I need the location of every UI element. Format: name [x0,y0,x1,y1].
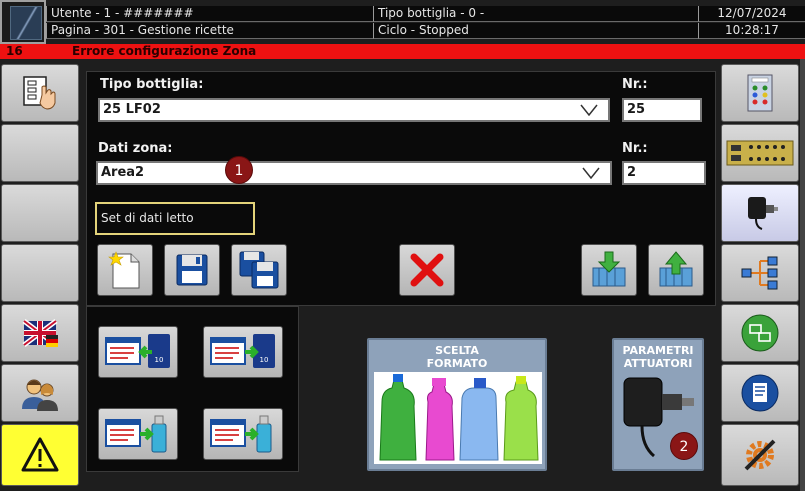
usb-export-icon [210,415,272,453]
save-icon [176,254,208,286]
zone-select[interactable]: Area2 [96,161,612,185]
control-panel-icon [747,74,773,112]
bottle-label: Tipo bottiglia: [100,77,204,92]
users-icon [22,379,58,411]
language-button[interactable] [1,304,79,362]
app-logo [0,0,46,44]
chevron-down-icon [580,104,598,116]
marker-1: 1 [225,156,253,184]
usb-import-icon [105,415,167,453]
header-user: Utente - 1 - ####### [46,6,373,22]
bottle-nr-label: Nr.: [622,77,648,92]
save-as-icon [239,251,279,289]
network-tree-icon [741,256,778,290]
settings-button[interactable] [721,424,799,486]
circuit-board-button[interactable] [721,124,799,182]
delete-x-icon [410,253,444,287]
header-page: Pagina - 301 - Gestione ricette [46,23,373,39]
status-message: Set di dati letto [95,202,255,235]
sd-card-export-icon: 10 [210,334,275,368]
document-button[interactable] [721,364,799,422]
actuator-parameters-tile[interactable]: PARAMETRI ATTUATORI 2 [612,338,704,471]
export-usb-button[interactable] [203,408,283,460]
import-usb-button[interactable] [98,408,178,460]
bottles-icon [374,372,542,464]
format-title-line2: FORMATO [426,357,488,370]
actuator-icon [748,197,778,230]
upload-icon [659,251,693,287]
alarm-code: 16 [6,44,23,58]
actuator-title-line2: ATTUATORI [623,357,693,370]
zone-nr-label: Nr.: [622,141,648,156]
header-date: 12/07/2024 [698,6,805,22]
zone-nr-field[interactable]: 2 [622,161,706,185]
alarm-bar[interactable]: 16 Errore configurazione Zona [0,44,805,59]
save-button[interactable] [164,244,220,296]
tools-gear-icon [744,439,776,471]
screen-switch-button[interactable] [721,304,799,362]
format-selection-tile[interactable]: SCELTA FORMATO [367,338,547,471]
bottle-select[interactable]: 25 LF02 [98,98,610,122]
users-button[interactable] [1,364,79,422]
empty-button-2[interactable] [1,184,79,242]
document-icon [741,374,779,412]
warning-icon [21,437,59,472]
chevron-down-icon [582,167,600,179]
import-sd-button[interactable]: 10 [98,326,178,378]
warning-button[interactable] [1,424,79,486]
uk-flag-icon [22,319,58,347]
recipe-hand-icon [23,76,56,110]
zone-label: Dati zona: [98,141,173,156]
recipe-button[interactable] [1,64,79,122]
network-tree-button[interactable] [721,244,799,302]
circuit-board-icon [726,140,794,166]
upload-button[interactable] [648,244,704,296]
marker-2: 2 [670,432,698,460]
save-as-button[interactable] [231,244,287,296]
actuator-title-line1: PARAMETRI [622,344,694,357]
bottle-nr-field[interactable]: 25 [622,98,702,122]
alarm-message: Errore configurazione Zona [72,44,257,58]
header-bottle-type: Tipo bottiglia - 0 - [373,6,698,22]
new-document-icon [108,251,140,289]
delete-button[interactable] [399,244,455,296]
sd-card-import-icon: 10 [105,334,170,368]
zone-value: Area2 [101,165,145,180]
header-cycle: Ciclo - Stopped [373,23,698,39]
header-time: 10:28:17 [698,23,805,39]
bottle-value: 25 LF02 [103,102,161,117]
actuator-button[interactable] [721,184,799,242]
new-recipe-button[interactable] [97,244,153,296]
edge-strip [800,59,805,491]
format-title-line1: SCELTA [435,344,479,357]
screen-switch-icon [741,314,779,352]
empty-button-3[interactable] [1,244,79,302]
export-sd-button[interactable]: 10 [203,326,283,378]
control-panel-button[interactable] [721,64,799,122]
svg-text:10: 10 [260,356,269,364]
download-button[interactable] [581,244,637,296]
download-icon [592,251,626,287]
empty-button-1[interactable] [1,124,79,182]
svg-text:10: 10 [155,356,164,364]
